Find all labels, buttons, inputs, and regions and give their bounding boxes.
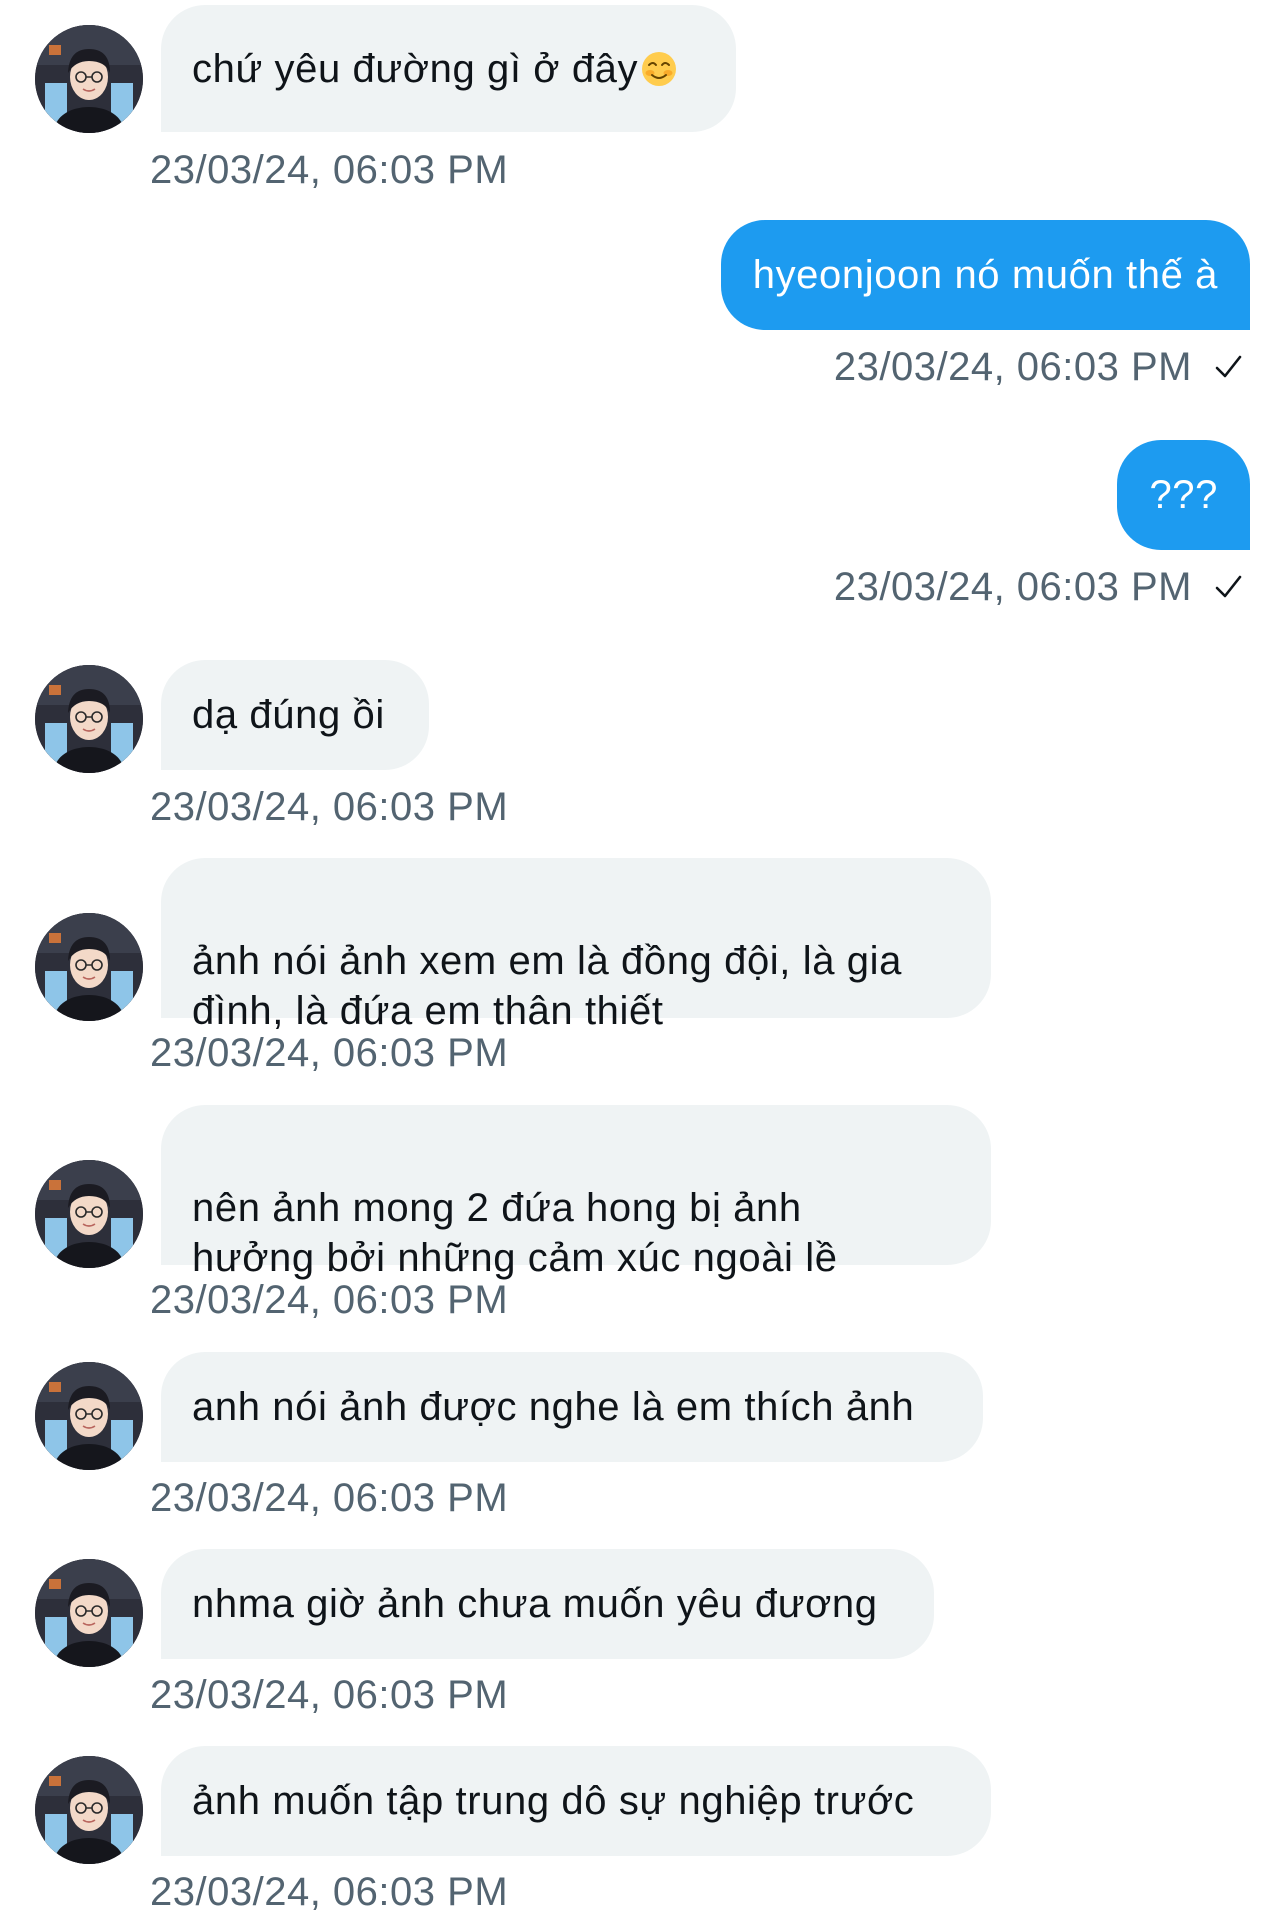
smiling-blush-emoji-icon — [640, 50, 678, 88]
message-incoming: ảnh muốn tập trung dô sự nghiệp trước 23… — [0, 1746, 1280, 1920]
message-timestamp-row: 23/03/24, 06:03 PM — [834, 345, 1244, 389]
avatar[interactable] — [35, 1362, 143, 1470]
message-bubble[interactable]: hyeonjoon nó muốn thế à — [720, 220, 1250, 330]
message-timestamp: 23/03/24, 06:03 PM — [833, 345, 1192, 389]
message-incoming: anh nói ảnh được nghe là em thích ảnh 23… — [0, 1352, 1280, 1552]
message-text: nên ảnh mong 2 đứa hong bị ảnh hưởng bởi… — [192, 1186, 838, 1280]
message-text: ??? — [1149, 473, 1218, 517]
message-incoming: ảnh nói ảnh xem em là đồng đội, là gia đ… — [0, 858, 1280, 1098]
message-bubble[interactable]: ảnh nói ảnh xem em là đồng đội, là gia đ… — [161, 858, 991, 1033]
sent-check-icon — [1212, 571, 1244, 603]
message-timestamp: 23/03/24, 06:03 PM — [150, 1476, 509, 1520]
message-incoming: nhma giờ ảnh chưa muốn yêu đương 23/03/2… — [0, 1549, 1280, 1749]
message-text: ảnh muốn tập trung dô sự nghiệp trước — [192, 1779, 915, 1823]
message-text: dạ đúng ồi — [192, 693, 385, 737]
message-text: hyeonjoon nó muốn thế à — [752, 253, 1218, 297]
sent-check-icon — [1212, 351, 1244, 383]
message-bubble[interactable]: dạ đúng ồi — [161, 660, 429, 770]
message-timestamp: 23/03/24, 06:03 PM — [150, 1031, 509, 1075]
avatar[interactable] — [35, 25, 143, 133]
message-outgoing: hyeonjoon nó muốn thế à 23/03/24, 06:03 … — [0, 200, 1280, 400]
message-bubble[interactable]: anh nói ảnh được nghe là em thích ảnh — [161, 1352, 983, 1462]
message-timestamp: 23/03/24, 06:03 PM — [833, 565, 1192, 609]
message-text: anh nói ảnh được nghe là em thích ảnh — [192, 1385, 915, 1429]
message-text: chứ yêu đường gì ở đây — [192, 46, 639, 91]
conversation-thread[interactable]: chứ yêu đường gì ở đây 23/03/24, 06:03 P… — [0, 0, 1280, 1920]
avatar[interactable] — [35, 1559, 143, 1667]
avatar[interactable] — [35, 1756, 143, 1864]
avatar[interactable] — [35, 665, 143, 773]
message-timestamp: 23/03/24, 06:03 PM — [150, 1278, 509, 1322]
message-outgoing: ??? 23/03/24, 06:03 PM — [0, 420, 1280, 620]
message-bubble[interactable]: nhma giờ ảnh chưa muốn yêu đương — [161, 1549, 934, 1659]
message-timestamp: 23/03/24, 06:03 PM — [150, 148, 509, 192]
message-incoming: chứ yêu đường gì ở đây 23/03/24, 06:03 P… — [0, 0, 1280, 200]
message-bubble[interactable]: ảnh muốn tập trung dô sự nghiệp trước — [161, 1746, 991, 1856]
message-bubble[interactable]: nên ảnh mong 2 đứa hong bị ảnh hưởng bởi… — [161, 1105, 991, 1280]
message-timestamp: 23/03/24, 06:03 PM — [150, 1673, 509, 1717]
message-bubble[interactable]: chứ yêu đường gì ở đây — [161, 5, 736, 132]
avatar[interactable] — [35, 1160, 143, 1268]
message-text: ảnh nói ảnh xem em là đồng đội, là gia đ… — [192, 939, 902, 1033]
message-text: nhma giờ ảnh chưa muốn yêu đương — [192, 1582, 878, 1626]
message-incoming: nên ảnh mong 2 đứa hong bị ảnh hưởng bởi… — [0, 1105, 1280, 1345]
message-timestamp: 23/03/24, 06:03 PM — [150, 785, 509, 829]
message-timestamp: 23/03/24, 06:03 PM — [150, 1870, 509, 1914]
avatar[interactable] — [35, 913, 143, 1021]
message-timestamp-row: 23/03/24, 06:03 PM — [834, 565, 1244, 609]
message-incoming: dạ đúng ồi 23/03/24, 06:03 PM — [0, 655, 1280, 855]
message-bubble[interactable]: ??? — [1117, 440, 1250, 550]
